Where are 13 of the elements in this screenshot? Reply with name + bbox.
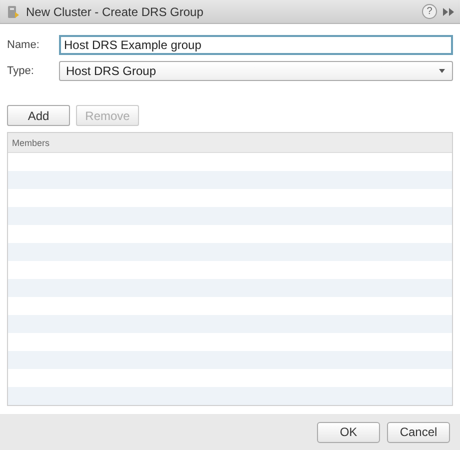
column-header[interactable]: Members (8, 138, 50, 148)
name-field[interactable]: Host DRS Example group (59, 35, 453, 56)
add-button[interactable]: Add (7, 105, 70, 126)
field-label: Name: (7, 39, 40, 52)
cluster-icon (6, 4, 20, 19)
ok-button[interactable]: OK (317, 422, 380, 443)
caret-icon (438, 67, 446, 76)
field-label: Type: (7, 65, 35, 78)
help-icon[interactable]: ? (422, 4, 437, 20)
cancel-button[interactable]: Cancel (387, 422, 450, 443)
window-title: New Cluster - Create DRS Group (26, 4, 204, 19)
expand-icon[interactable] (443, 8, 454, 16)
type-dropdown[interactable]: Host DRS Group (59, 61, 453, 82)
